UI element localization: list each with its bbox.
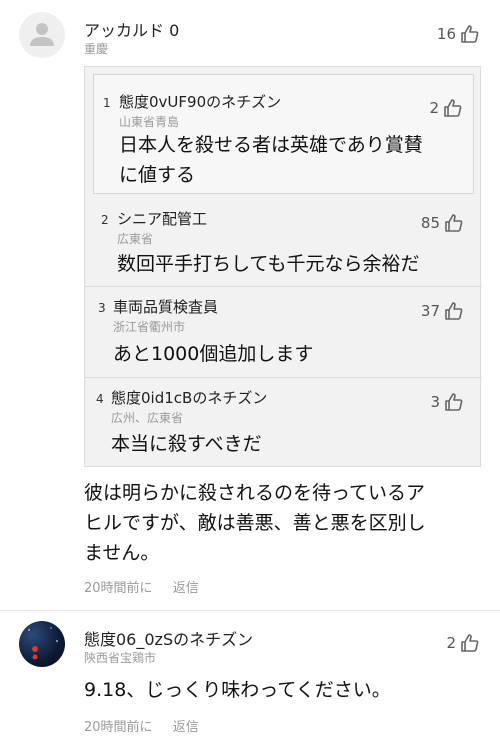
reply-1[interactable]: 1 態度0vUF90のネチズン 山東省青島 2 日本人を殺せる者は英雄であり賞賛… bbox=[93, 74, 474, 194]
comment-location: 陝西省宝鶏市 bbox=[84, 651, 157, 665]
thumbs-up-icon bbox=[461, 634, 479, 652]
reply-like-button[interactable]: 85 bbox=[421, 213, 464, 233]
reply-username[interactable]: シニア配管工 bbox=[117, 208, 207, 229]
reply-username[interactable]: 車両品質検査員 bbox=[113, 296, 218, 317]
comment-meta: 20時間前に 返信 bbox=[84, 577, 215, 596]
reply-location: 山東省青島 bbox=[119, 115, 180, 129]
reply-text-line: 日本人を殺せる者は英雄であり賞賛 bbox=[119, 134, 423, 156]
reply-like-button[interactable]: 37 bbox=[421, 301, 464, 321]
reply-like-button[interactable]: 2 bbox=[429, 98, 463, 118]
reply-like-button[interactable]: 3 bbox=[430, 392, 464, 412]
avatar-image bbox=[28, 627, 58, 660]
reply-button[interactable]: 返信 bbox=[173, 581, 199, 596]
thumbs-up-icon bbox=[445, 214, 463, 232]
comment-username[interactable]: アッカルド 0 bbox=[84, 17, 179, 41]
comment-text-line: 9.18、じっくり味わってください。 bbox=[84, 679, 391, 701]
reply-4[interactable]: 4 態度0id1cBのネチズン 広州、広東省 3 本当に殺すべきだ bbox=[93, 378, 474, 466]
reply-button[interactable]: 返信 bbox=[173, 720, 199, 735]
reply-2[interactable]: 2 シニア配管工 広東省 85 数回平手打ちしても千元なら余裕だ bbox=[93, 197, 474, 285]
thumbs-up-icon bbox=[444, 99, 462, 117]
comment-username[interactable]: 態度06_0zSのネチズン bbox=[84, 626, 253, 650]
reply-username[interactable]: 態度0id1cBのネチズン bbox=[111, 387, 267, 408]
avatar[interactable] bbox=[19, 12, 65, 58]
like-count: 37 bbox=[420, 302, 440, 320]
reply-text-line: あと1000個追加します bbox=[113, 343, 314, 365]
like-button[interactable]: 16 bbox=[437, 24, 480, 44]
like-count: 2 bbox=[429, 99, 439, 117]
reply-index: 2 bbox=[101, 213, 109, 227]
comment-text-line: ません。 bbox=[84, 542, 160, 564]
thumbs-up-icon bbox=[445, 302, 463, 320]
person-icon bbox=[30, 23, 54, 46]
reply-username[interactable]: 態度0vUF90のネチズン bbox=[119, 91, 281, 112]
reply-text-line: 数回平手打ちしても千元なら余裕だ bbox=[117, 253, 420, 275]
comment-1: アッカルド 0 重慶 16 1 態度0vUF90のネチズン 山東省青島 2 日本… bbox=[0, 0, 500, 610]
reply-3[interactable]: 3 車両品質検査員 浙江省衢州市 37 あと1000個追加します bbox=[93, 287, 474, 377]
comment-2: 態度06_0zSのネチズン 陝西省宝鶏市 2 9.18、じっくり味わってください… bbox=[0, 611, 500, 753]
like-count: 16 bbox=[436, 25, 456, 43]
like-count: 85 bbox=[420, 214, 440, 232]
comment-text-line: 彼は明らかに殺されるのを待っているア bbox=[84, 482, 426, 504]
comment-text-line: ヒルですが、敵は善悪、善と悪を区別し bbox=[84, 512, 426, 534]
reply-index: 1 bbox=[103, 96, 111, 110]
reply-location: 広東省 bbox=[117, 232, 154, 246]
reply-text-line: 本当に殺すべきだ bbox=[111, 433, 262, 455]
like-button[interactable]: 2 bbox=[446, 633, 480, 653]
comment-location: 重慶 bbox=[84, 42, 109, 56]
reply-location: 広州、広東省 bbox=[111, 411, 184, 425]
like-count: 2 bbox=[446, 634, 456, 652]
like-count: 3 bbox=[430, 393, 440, 411]
thumbs-up-icon bbox=[461, 25, 479, 43]
reply-index: 3 bbox=[98, 301, 106, 315]
thumbs-up-icon bbox=[445, 393, 463, 411]
reply-thread: 1 態度0vUF90のネチズン 山東省青島 2 日本人を殺せる者は英雄であり賞賛… bbox=[84, 66, 482, 467]
avatar[interactable] bbox=[19, 621, 65, 667]
comment-meta: 20時間前に 返信 bbox=[84, 716, 215, 735]
timestamp: 20時間前に bbox=[84, 581, 153, 596]
timestamp: 20時間前に bbox=[84, 720, 153, 735]
reply-text-line: に値する bbox=[119, 164, 196, 186]
reply-index: 4 bbox=[96, 392, 104, 406]
reply-location: 浙江省衢州市 bbox=[113, 320, 186, 334]
